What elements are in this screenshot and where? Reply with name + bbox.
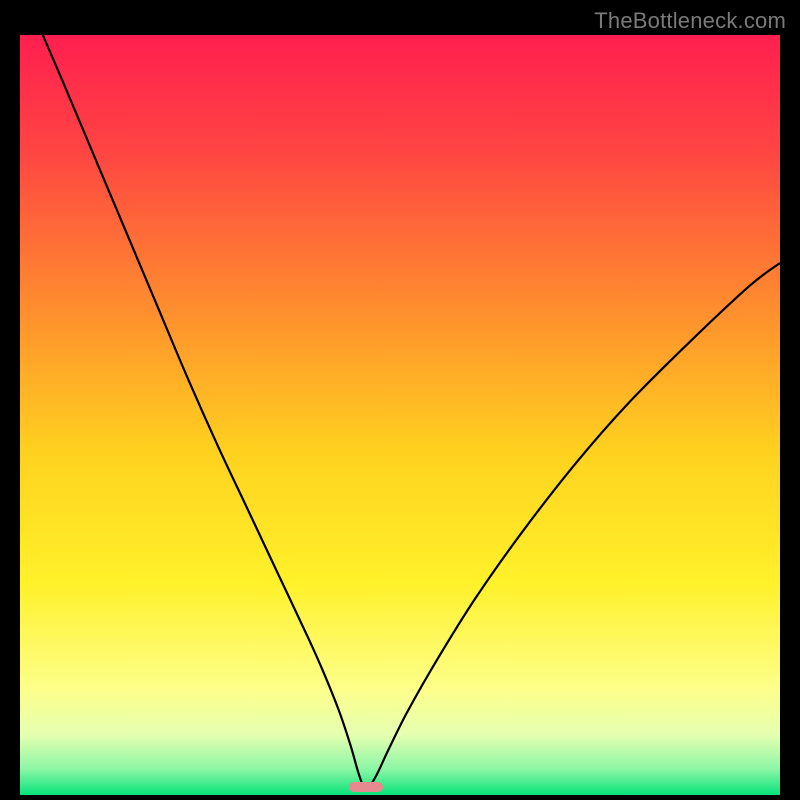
optimal-marker xyxy=(349,782,383,792)
bottleneck-chart xyxy=(20,35,780,795)
watermark-text: TheBottleneck.com xyxy=(594,8,786,34)
gradient-background xyxy=(20,35,780,795)
chart-frame xyxy=(20,35,780,795)
